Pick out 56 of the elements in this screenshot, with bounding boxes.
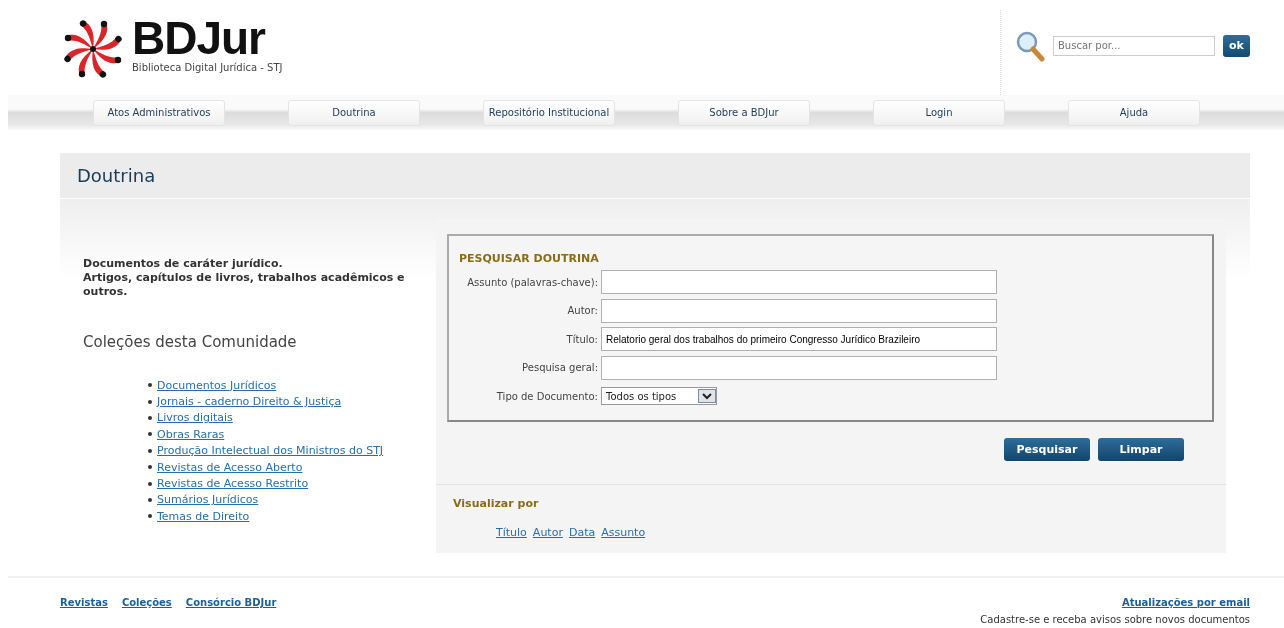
field-label: Tipo de Documento:: [495, 390, 598, 402]
description-text: Artigos, capítulos de livros, trabalhos acadêmicos e outros.: [83, 271, 406, 299]
collection-link[interactable]: Jornais - caderno Direito & Justiça: [157, 395, 342, 409]
nav-tab[interactable]: Sobre a BDJur: [678, 99, 810, 126]
footer-link[interactable]: Revistas: [60, 597, 108, 625]
browse-link[interactable]: Data: [568, 526, 596, 539]
nav-tab[interactable]: Atos Administrativos: [93, 99, 225, 126]
email-updates-link[interactable]: Atualizações por email: [1121, 597, 1250, 608]
field-label: Autor:: [566, 305, 598, 317]
collection-link[interactable]: Produção Intelectual dos Ministros do STJ: [157, 444, 384, 458]
form-button[interactable]: Pesquisar: [1004, 438, 1090, 461]
footer-link[interactable]: Consórcio BDJur: [185, 597, 277, 625]
collection-link[interactable]: Sumários Jurídicos: [157, 493, 259, 507]
browse-link[interactable]: Assunto: [601, 526, 646, 539]
bullet-icon: [148, 399, 152, 404]
type-dropdown[interactable]: Todos os tipos: [601, 387, 717, 406]
description-text: Documentos de caráter jurídico.: [83, 257, 284, 271]
page-title: Doutrina: [77, 165, 156, 186]
nav-tab[interactable]: Doutrina: [288, 99, 420, 126]
bullet-icon: [148, 383, 152, 388]
text-field[interactable]: Relatorio geral dos trabalhos do primeiro Congresso Jurídico Brazileiro: [601, 327, 997, 352]
collection-link[interactable]: Revistas de Acesso Aberto: [157, 460, 303, 474]
logo-title: BDJur: [132, 16, 267, 60]
browse-title: Visualizar por: [453, 497, 540, 510]
collection-link[interactable]: Documentos Jurídicos: [157, 378, 277, 392]
logo-subtitle: Biblioteca Digital Jurídica - STJ: [132, 62, 283, 73]
search-icon: [1015, 29, 1045, 62]
search-field[interactable]: Buscar por...: [1053, 35, 1215, 56]
form-button[interactable]: Limpar: [1098, 438, 1184, 461]
bullet-icon: [148, 415, 152, 420]
browse-link[interactable]: Autor: [532, 526, 563, 539]
field-label: Título:: [565, 333, 598, 345]
collection-link[interactable]: Obras Raras: [157, 427, 225, 441]
collection-link[interactable]: Revistas de Acesso Restrito: [157, 477, 309, 491]
nav-tab[interactable]: Login: [873, 99, 1005, 126]
collection-link[interactable]: Livros digitais: [157, 411, 233, 425]
bullet-icon: [148, 497, 152, 502]
ok-button[interactable]: ok: [1223, 34, 1250, 57]
text-field[interactable]: [601, 298, 997, 323]
bullet-icon: [148, 448, 152, 453]
collection-link[interactable]: Temas de Direito: [157, 509, 250, 523]
form-title: PESQUISAR DOUTRINA: [459, 252, 600, 265]
bullet-icon: [148, 514, 152, 519]
text-field[interactable]: [601, 355, 997, 380]
collections-heading: Coleções desta Comunidade: [83, 333, 298, 351]
bullet-icon: [148, 432, 152, 437]
nav-tab[interactable]: Ajuda: [1068, 99, 1200, 126]
text-field[interactable]: [601, 270, 997, 295]
browse-link[interactable]: Título: [496, 526, 527, 539]
bullet-icon: [148, 481, 152, 486]
field-label: Assunto (palavras-chave):: [466, 276, 598, 288]
email-note: Cadastre-se e receba avisos sobre novos documentos: [980, 614, 1250, 625]
bullet-icon: [148, 465, 152, 470]
nav-tab[interactable]: Repositório Institucional: [483, 99, 615, 126]
footer-link[interactable]: Coleções: [121, 597, 172, 625]
field-label: Pesquisa geral:: [521, 362, 598, 374]
